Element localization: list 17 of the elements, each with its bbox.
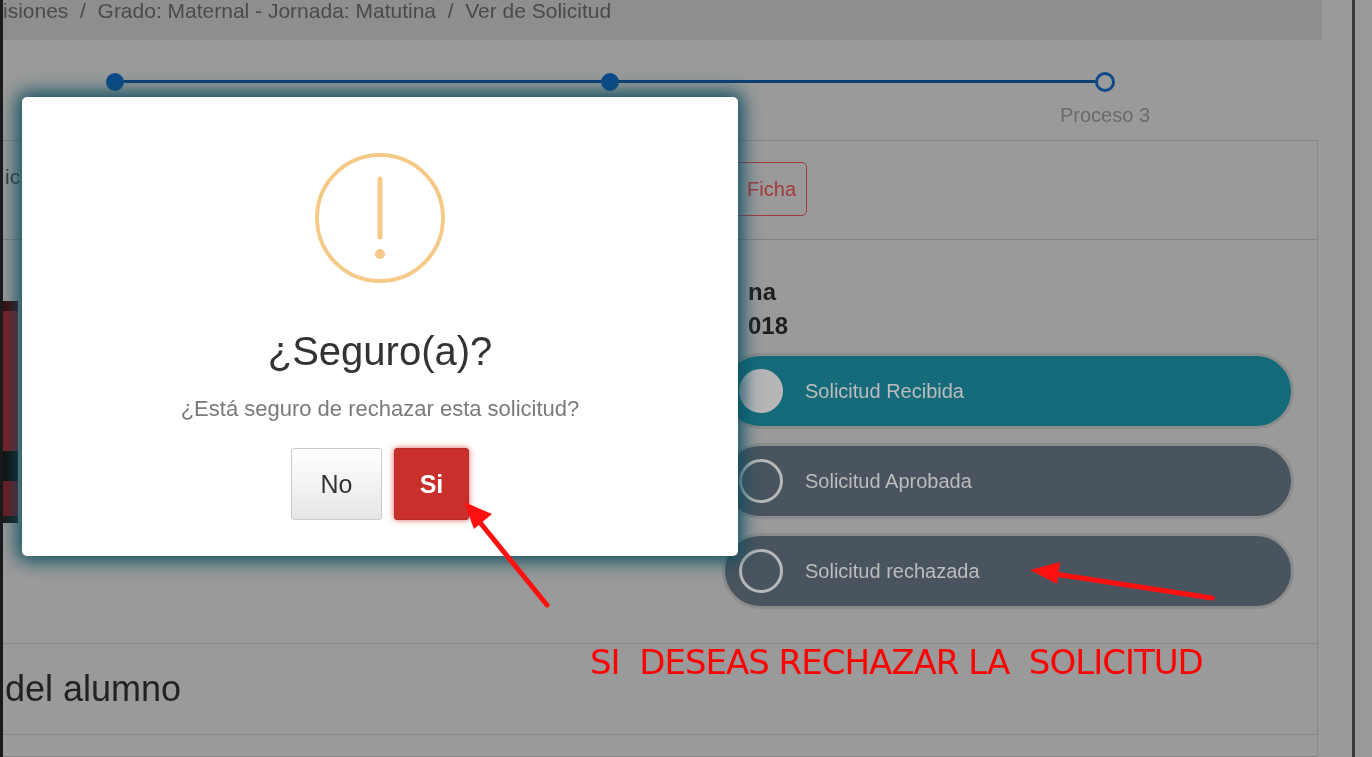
- info-text: na: [748, 277, 778, 307]
- header-text: ic: [5, 164, 21, 189]
- breadcrumb: isiones / Grado: Maternal - Jornada: Matutina / Ver de Solicitud: [3, 0, 612, 22]
- status-option[interactable]: Solicitud rechazada: [722, 533, 1294, 609]
- annotation-text: SI DESEAS RECHAZAR LA SOLICITUD: [590, 642, 1203, 682]
- dialog-message: ¿Está seguro de rechazar esta solicitud?: [180, 396, 580, 422]
- dialog-title: ¿Seguro(a)?: [267, 329, 493, 374]
- cancel-button[interactable]: No: [291, 448, 382, 520]
- confirm-button[interactable]: Si: [394, 448, 469, 520]
- warning-icon: [313, 151, 447, 285]
- radio-icon: [739, 549, 783, 593]
- radio-icon: [739, 369, 783, 413]
- section-title: del alumno: [5, 668, 182, 710]
- step-dot[interactable]: [106, 73, 124, 91]
- info-text: 018: [748, 311, 790, 341]
- step-dot[interactable]: [600, 73, 619, 91]
- step-dot[interactable]: [1095, 72, 1115, 92]
